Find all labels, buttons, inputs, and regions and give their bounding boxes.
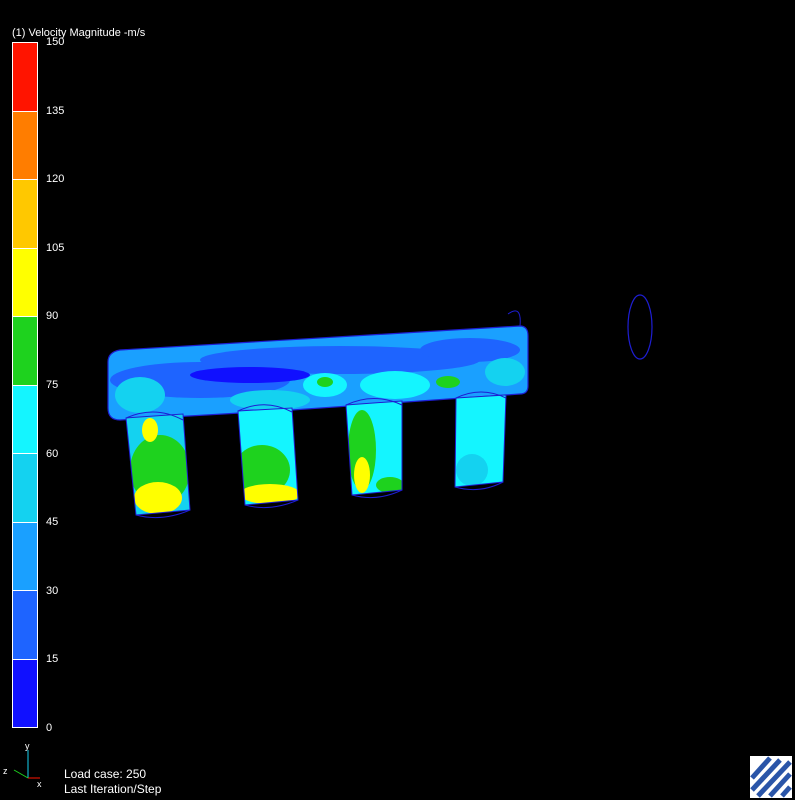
runner-4	[455, 395, 506, 487]
runner-3	[346, 401, 402, 495]
runner-1	[126, 414, 190, 515]
load-case-label: Load case: 250	[64, 767, 147, 781]
triad-z-label: z	[3, 766, 8, 776]
triad-x-label: x	[37, 779, 42, 788]
brand-logo	[750, 756, 792, 798]
iteration-step-label: Last Iteration/Step	[64, 782, 162, 796]
inlet-outline	[627, 294, 653, 360]
triad-y-label: y	[25, 741, 30, 751]
model-viewport[interactable]	[0, 0, 795, 760]
axis-triad: y z x	[3, 741, 42, 788]
